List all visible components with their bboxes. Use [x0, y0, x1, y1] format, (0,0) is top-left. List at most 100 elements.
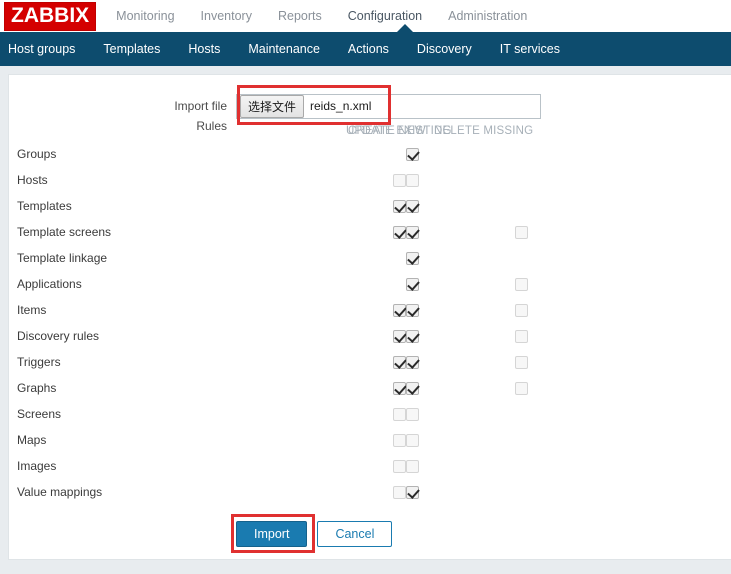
checkbox-triggers-create-new[interactable] [406, 355, 419, 369]
checkbox-template-linkage-create-new[interactable] [406, 251, 419, 265]
cell-template-screens-delete-missing [515, 225, 624, 239]
sub-navigation-bar: Host groups Templates Hosts Maintenance Acti… [0, 24, 731, 66]
cell-screens-delete-missing [515, 408, 624, 421]
checkbox-template-screens-create-new[interactable] [406, 225, 419, 239]
cell-graphs-create-new [406, 381, 515, 395]
import-file-label: Import file [174, 99, 227, 113]
no-checkbox-placeholder [515, 486, 528, 499]
checkbox-items-delete-missing[interactable] [515, 303, 528, 317]
checkbox-templates-create-new[interactable] [406, 199, 419, 213]
cell-items-create-new [406, 303, 515, 317]
rule-label-applications: Applications [17, 277, 82, 291]
checkbox-template-screens-update-existing[interactable] [393, 225, 406, 239]
main-nav-item-administration[interactable]: Administration [448, 0, 527, 32]
rule-label-images: Images [17, 459, 57, 473]
checkbox-template-screens-delete-missing[interactable] [515, 225, 528, 239]
checkbox-screens-create-new[interactable] [406, 407, 419, 421]
sub-nav-item-hosts[interactable]: Hosts [188, 42, 220, 56]
cell-images-delete-missing [515, 460, 624, 473]
sub-nav-item-discovery[interactable]: Discovery [417, 42, 472, 56]
choose-file-button[interactable]: 选择文件 [240, 94, 305, 118]
no-checkbox-placeholder [515, 434, 528, 447]
cell-maps-delete-missing [515, 434, 624, 447]
rule-label-groups: Groups [17, 147, 57, 161]
rule-row-templates: Templates [9, 193, 731, 219]
cell-hosts-delete-missing [515, 174, 624, 187]
rule-row-screens: Screens [9, 401, 731, 427]
sub-nav-item-it-services[interactable]: IT services [500, 42, 560, 56]
checkbox-value-mappings-create-new[interactable] [406, 485, 419, 499]
rule-row-groups: Groups [9, 141, 731, 167]
import-button[interactable]: Import [236, 521, 308, 547]
rule-label-template-screens: Template screens [17, 225, 112, 239]
checkbox-triggers-delete-missing[interactable] [515, 355, 528, 369]
main-nav-item-monitoring[interactable]: Monitoring [116, 0, 174, 32]
cell-graphs-delete-missing [515, 381, 624, 395]
cell-triggers-delete-missing [515, 355, 624, 369]
cell-maps-create-new [406, 433, 515, 447]
cell-discovery-rules-create-new [406, 329, 515, 343]
checkbox-discovery-rules-update-existing[interactable] [393, 329, 406, 343]
rule-label-triggers: Triggers [17, 355, 61, 369]
main-nav-item-inventory[interactable]: Inventory [201, 0, 252, 32]
rule-row-applications: Applications [9, 271, 731, 297]
cell-maps-update-existing [236, 433, 406, 447]
checkbox-images-update-existing[interactable] [393, 459, 406, 473]
sub-nav-item-templates[interactable]: Templates [103, 42, 160, 56]
checkbox-graphs-update-existing[interactable] [393, 381, 406, 395]
checkbox-images-create-new[interactable] [406, 459, 419, 473]
checkbox-applications-create-new[interactable] [406, 277, 419, 291]
checkbox-triggers-update-existing[interactable] [393, 355, 406, 369]
no-checkbox-placeholder [515, 200, 528, 213]
cell-images-create-new [406, 459, 515, 473]
checkbox-maps-update-existing[interactable] [393, 433, 406, 447]
checkbox-screens-update-existing[interactable] [393, 407, 406, 421]
no-checkbox-placeholder [393, 278, 406, 291]
cell-items-delete-missing [515, 303, 624, 317]
checkbox-groups-create-new[interactable] [406, 147, 419, 161]
rule-label-maps: Maps [17, 433, 47, 447]
checkbox-graphs-create-new[interactable] [406, 381, 419, 395]
checkbox-graphs-delete-missing[interactable] [515, 381, 528, 395]
sub-nav-item-maintenance[interactable]: Maintenance [248, 42, 320, 56]
cell-template-linkage-delete-missing [515, 252, 624, 265]
rules-block: Rules Groups Hosts Templates Template scree… [9, 119, 731, 505]
cell-template-linkage-create-new [406, 251, 515, 265]
checkbox-items-create-new[interactable] [406, 303, 419, 317]
zabbix-logo[interactable]: ZABBIX [4, 1, 97, 31]
column-header-delete-missing: DELETE MISSING [434, 125, 534, 137]
cancel-button[interactable]: Cancel [317, 521, 393, 547]
cell-templates-delete-missing [515, 200, 624, 213]
rule-row-graphs: Graphs [9, 375, 731, 401]
import-file-input[interactable]: 选择文件 reids_n.xml [236, 93, 541, 119]
checkbox-templates-update-existing[interactable] [393, 199, 406, 213]
cell-value-mappings-update-existing [236, 485, 406, 499]
rule-label-screens: Screens [17, 407, 62, 421]
checkbox-hosts-update-existing[interactable] [393, 173, 406, 187]
rule-row-template-linkage: Template linkage [9, 245, 731, 271]
cell-template-linkage-update-existing [236, 252, 406, 265]
sub-nav-item-host-groups[interactable]: Host groups [8, 42, 75, 56]
cell-hosts-create-new [406, 173, 515, 187]
no-checkbox-placeholder [515, 174, 528, 187]
form-actions-row: Import Cancel [9, 514, 731, 553]
rule-label-items: Items [17, 303, 47, 317]
rule-row-maps: Maps [9, 427, 731, 453]
checkbox-discovery-rules-delete-missing[interactable] [515, 329, 528, 343]
checkbox-hosts-create-new[interactable] [406, 173, 419, 187]
no-checkbox-placeholder [515, 460, 528, 473]
checkbox-value-mappings-update-existing[interactable] [393, 485, 406, 499]
sub-nav-item-actions[interactable]: Actions [348, 42, 389, 56]
checkbox-discovery-rules-create-new[interactable] [406, 329, 419, 343]
checkbox-items-update-existing[interactable] [393, 303, 406, 317]
cell-template-screens-create-new [406, 225, 515, 239]
main-nav-item-reports[interactable]: Reports [278, 0, 322, 32]
rule-row-hosts: Hosts [9, 167, 731, 193]
top-header-bar: ZABBIX Monitoring Inventory Reports Configu… [0, 0, 731, 32]
checkbox-applications-delete-missing[interactable] [515, 277, 528, 291]
checkbox-maps-create-new[interactable] [406, 433, 419, 447]
no-checkbox-placeholder [515, 148, 528, 161]
sub-navigation: Host groups Templates Hosts Maintenance Acti… [0, 32, 731, 66]
no-checkbox-placeholder [393, 252, 406, 265]
column-header-create-new: CREATE NEW [348, 125, 426, 137]
